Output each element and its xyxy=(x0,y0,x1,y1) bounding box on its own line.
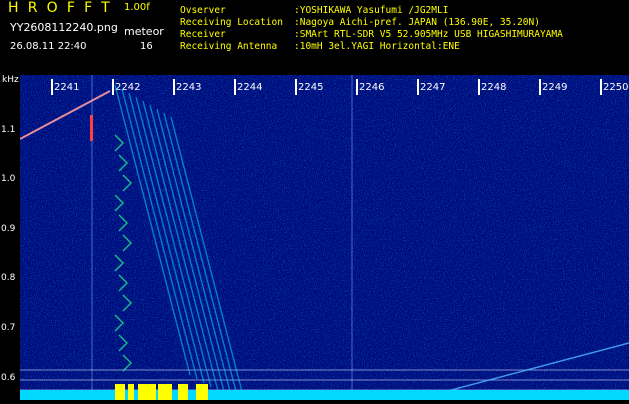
y-axis-unit: kHz xyxy=(2,75,19,85)
location-value: :Nagoya Aichi-pref. JAPAN (136.90E, 35.2… xyxy=(294,17,540,28)
time-tick-label: 2247 xyxy=(420,82,445,93)
time-tick-label: 2242 xyxy=(115,82,140,93)
y-tick-label: 0.6 xyxy=(1,373,16,383)
y-tick-label: 1.1 xyxy=(1,125,16,135)
file-name: YY2608112240.png xyxy=(10,21,118,34)
time-tick-mark xyxy=(295,79,297,95)
time-tick-mark xyxy=(356,79,358,95)
time-tick-mark xyxy=(234,79,236,95)
signal-burst xyxy=(196,384,208,400)
version-label: 1.00f xyxy=(124,2,150,13)
time-tick-mark xyxy=(478,79,480,95)
signal-burst xyxy=(128,384,134,400)
time-tick-label: 2244 xyxy=(237,82,262,93)
app-logo: HROFFT xyxy=(8,0,119,16)
y-tick-label: 0.8 xyxy=(1,273,16,283)
time-tick-label: 2249 xyxy=(542,82,567,93)
time-tick-label: 2245 xyxy=(298,82,323,93)
time-tick-mark xyxy=(600,79,602,95)
observer-value: :YOSHIKAWA Yasufumi /JG2MLI xyxy=(294,5,449,16)
time-tick-mark xyxy=(417,79,419,95)
time-tick-mark xyxy=(539,79,541,95)
meteor-burst xyxy=(90,115,93,141)
y-tick-label: 0.9 xyxy=(1,224,16,234)
timestamp: 26.08.11 22:40 xyxy=(10,41,87,52)
mode-label: meteor xyxy=(124,25,164,38)
time-tick-label: 2241 xyxy=(54,82,79,93)
speckle-layer xyxy=(20,75,629,400)
time-tick-label: 2248 xyxy=(481,82,506,93)
observer-label: Ovserver xyxy=(180,5,226,16)
time-tick-mark xyxy=(51,79,53,95)
receiver-label: Receiver xyxy=(180,29,226,40)
receiver-value: :SMArt RTL-SDR V5 52.905MHz USB HIGASHIM… xyxy=(294,29,563,40)
time-tick-label: 2250 xyxy=(603,82,628,93)
meteor-count: 16 xyxy=(140,41,153,52)
time-tick-mark xyxy=(112,79,114,95)
signal-burst xyxy=(115,384,125,400)
location-label: Receiving Location xyxy=(180,17,283,28)
time-tick-mark xyxy=(173,79,175,95)
signal-baseline xyxy=(20,390,629,400)
time-tick-label: 2243 xyxy=(176,82,201,93)
y-tick-label: 1.0 xyxy=(1,174,16,184)
spectrogram-panel: 2241 2242 2243 2244 2245 2246 2247 2248 2249 2250 xyxy=(19,75,629,404)
time-tick-label: 2246 xyxy=(359,82,384,93)
spectrogram-canvas: 2241 2242 2243 2244 2245 2246 2247 2248 2249 2250 xyxy=(19,75,629,404)
antenna-value: :10mH 3el.YAGI Horizontal:ENE xyxy=(294,41,460,52)
header-panel: HROFFT 1.00f YY2608112240.png meteor 26.… xyxy=(0,0,629,75)
signal-burst xyxy=(138,384,156,400)
signal-burst xyxy=(178,384,188,400)
signal-burst xyxy=(158,384,172,400)
y-tick-label: 0.7 xyxy=(1,323,16,333)
antenna-label: Receiving Antenna xyxy=(180,41,278,52)
